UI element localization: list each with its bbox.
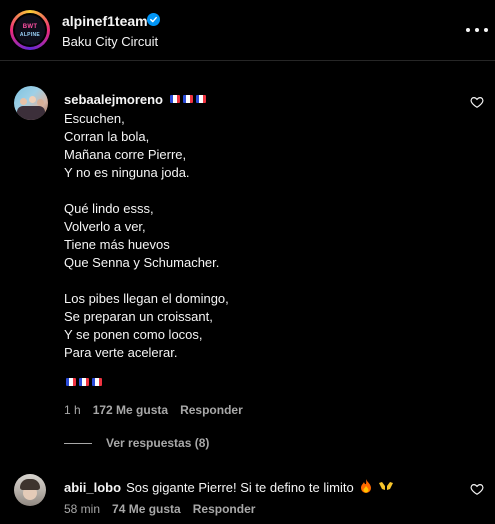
commenter-avatar[interactable] bbox=[14, 86, 48, 120]
comment-text: Sos gigante Pierre! Si te defino te limi… bbox=[126, 480, 354, 495]
comment-line-blank bbox=[64, 182, 444, 200]
account-avatar[interactable]: BWT ALPINE bbox=[10, 10, 50, 50]
alpine-logo: BWT ALPINE bbox=[13, 13, 47, 47]
comment-line: Para verte acelerar. bbox=[64, 345, 178, 360]
france-flag-icon bbox=[92, 378, 102, 386]
comment-line: Se preparan un croissant, bbox=[64, 309, 213, 324]
reply-button[interactable]: Responder bbox=[180, 403, 243, 417]
comment-line-blank bbox=[64, 272, 444, 290]
france-flag-icon bbox=[183, 95, 193, 103]
raising-hands-emoji-icon bbox=[378, 480, 394, 496]
comment-line: Los pibes llegan el domingo, bbox=[64, 291, 229, 306]
comment-line: Y no es ninguna joda. bbox=[64, 165, 190, 180]
france-flag-icon bbox=[196, 95, 206, 103]
fire-emoji-icon bbox=[360, 479, 372, 496]
comment-line: Y se ponen como locos, bbox=[64, 327, 203, 342]
replies-divider-line bbox=[64, 442, 92, 444]
comment-username[interactable]: sebaalejmoreno bbox=[64, 92, 163, 107]
comment-username[interactable]: abii_lobo bbox=[64, 480, 121, 495]
comment-line: Mañana corre Pierre, bbox=[64, 147, 187, 162]
comment-time[interactable]: 58 min bbox=[64, 502, 100, 516]
view-replies-button[interactable]: Ver respuestas (8) bbox=[64, 436, 209, 450]
like-heart-icon[interactable] bbox=[470, 482, 484, 496]
comment-line: Tiene más huevos bbox=[64, 237, 170, 252]
comment-time[interactable]: 1 h bbox=[64, 403, 81, 417]
comment-end-flags bbox=[66, 378, 102, 386]
comment-line: Qué lindo esss, bbox=[64, 201, 154, 216]
france-flag-icon bbox=[79, 378, 89, 386]
comment-line: Escuchen, bbox=[64, 111, 125, 126]
comment-likes[interactable]: 74 Me gusta bbox=[112, 502, 181, 516]
avatar-logo-top: BWT bbox=[22, 24, 38, 30]
comment-line: abii_lobo Sos gigante Pierre! Si te defi… bbox=[64, 479, 394, 496]
france-flag-icon bbox=[66, 378, 76, 386]
post-location[interactable]: Baku City Circuit bbox=[62, 34, 158, 49]
post-username[interactable]: alpinef1team bbox=[62, 13, 148, 29]
comment-line: Corran la bola, bbox=[64, 129, 150, 144]
comment-likes[interactable]: 172 Me gusta bbox=[93, 403, 168, 417]
post-header: BWT ALPINE alpinef1team Baku City Circui… bbox=[0, 0, 495, 61]
view-replies-label: Ver respuestas (8) bbox=[106, 436, 210, 450]
more-options-icon[interactable] bbox=[466, 20, 488, 40]
comment-line: Volverlo a ver, bbox=[64, 219, 146, 234]
like-heart-icon[interactable] bbox=[470, 95, 484, 109]
comment-meta: 58 min 74 Me gusta Responder bbox=[64, 502, 255, 516]
verified-badge-icon bbox=[147, 13, 160, 26]
france-flag-icon bbox=[170, 95, 180, 103]
reply-button[interactable]: Responder bbox=[193, 502, 256, 516]
username-flags bbox=[170, 95, 206, 103]
comment-line: Que Senna y Schumacher. bbox=[64, 255, 220, 270]
comment-body: Escuchen, Corran la bola, Mañana corre P… bbox=[64, 110, 444, 362]
commenter-avatar[interactable] bbox=[14, 474, 46, 506]
avatar-logo-bottom: ALPINE bbox=[19, 32, 41, 38]
comment-meta: 1 h 172 Me gusta Responder bbox=[64, 403, 243, 417]
